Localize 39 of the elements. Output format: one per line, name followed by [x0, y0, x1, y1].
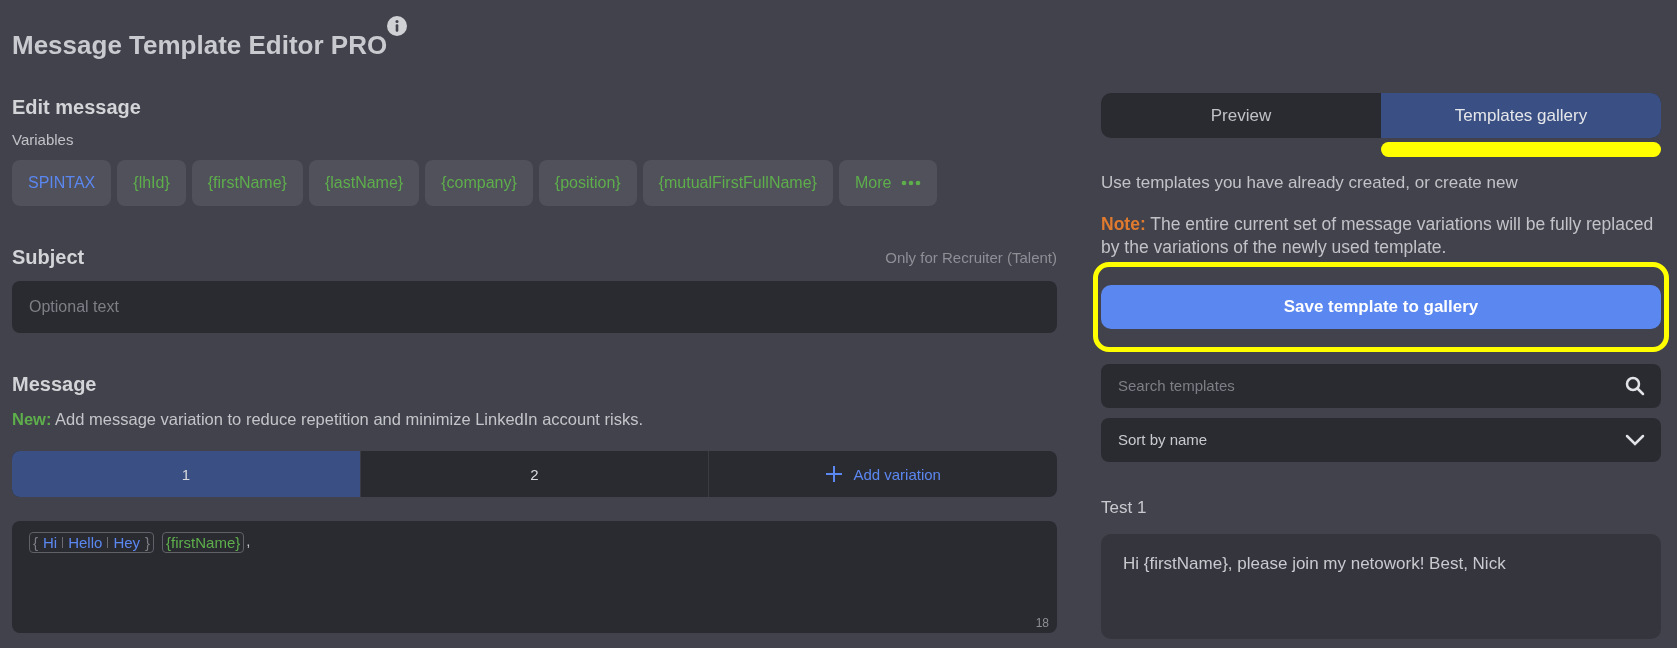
- section-heading: Edit message: [12, 96, 142, 119]
- message-editor[interactable]: { Hi Hello Hey } {firstName} , 18: [12, 521, 1057, 633]
- template-name: Test 1: [1101, 497, 1148, 518]
- subject-label: Subject: [12, 246, 85, 269]
- variables-label: Variables: [12, 131, 75, 148]
- variable-chip[interactable]: {position}: [538, 160, 637, 206]
- info-icon[interactable]: [387, 16, 408, 36]
- subject-hint: Only for Recruiter (Talent): [885, 249, 1057, 266]
- sort-dropdown[interactable]: Sort by name: [1101, 417, 1661, 462]
- panel-tab[interactable]: Preview: [1101, 93, 1381, 138]
- subject-field[interactable]: Optional text: [12, 281, 1057, 333]
- message-text: ,: [246, 532, 251, 549]
- message-note: New: Add message variation to reduce repetition and minimize LinkedIn account risks.: [12, 410, 644, 429]
- spintax-token: { Hi Hello Hey }: [29, 532, 155, 553]
- character-count: 18: [1035, 616, 1049, 630]
- variable-chip[interactable]: SPINTAX: [12, 160, 112, 206]
- dots-icon: [901, 180, 922, 186]
- variation-tab[interactable]: 2: [359, 451, 709, 497]
- chevron-down-icon: [1625, 433, 1645, 446]
- save-template-button[interactable]: Save template to gallery: [1101, 284, 1661, 329]
- variable-chip[interactable]: {lhId}: [117, 160, 186, 206]
- variable-chip[interactable]: {mutualFirstFullName}: [642, 160, 833, 206]
- variable-chip[interactable]: {lastName}: [308, 160, 420, 206]
- page-title: Message Template Editor PRO: [12, 30, 388, 61]
- search-icon[interactable]: [1625, 375, 1645, 396]
- gallery-note: Note: The entire current set of message variations will be fully replaced by the variations of the newly used template.: [1101, 213, 1655, 259]
- variable-token: {firstName}: [162, 532, 245, 553]
- variation-tab[interactable]: 1: [12, 451, 360, 497]
- template-text: Hi {firstName}, please join my netowork! Best, Nick: [1123, 553, 1507, 574]
- variable-chip[interactable]: {firstName}: [191, 160, 303, 206]
- variable-chip[interactable]: {company}: [425, 160, 533, 206]
- plus-icon: [825, 465, 844, 483]
- panel-tab[interactable]: Templates gallery: [1381, 93, 1661, 138]
- add-variation-button[interactable]: Add variation: [708, 451, 1057, 497]
- more-button[interactable]: More: [838, 160, 938, 206]
- search-field[interactable]: Search templates: [1101, 363, 1661, 408]
- gallery-intro: Use templates you have already created, or create new: [1101, 173, 1519, 193]
- template-card[interactable]: Hi {firstName}, please join my netowork! Best, Nick: [1101, 533, 1661, 639]
- message-label: Message: [12, 373, 97, 396]
